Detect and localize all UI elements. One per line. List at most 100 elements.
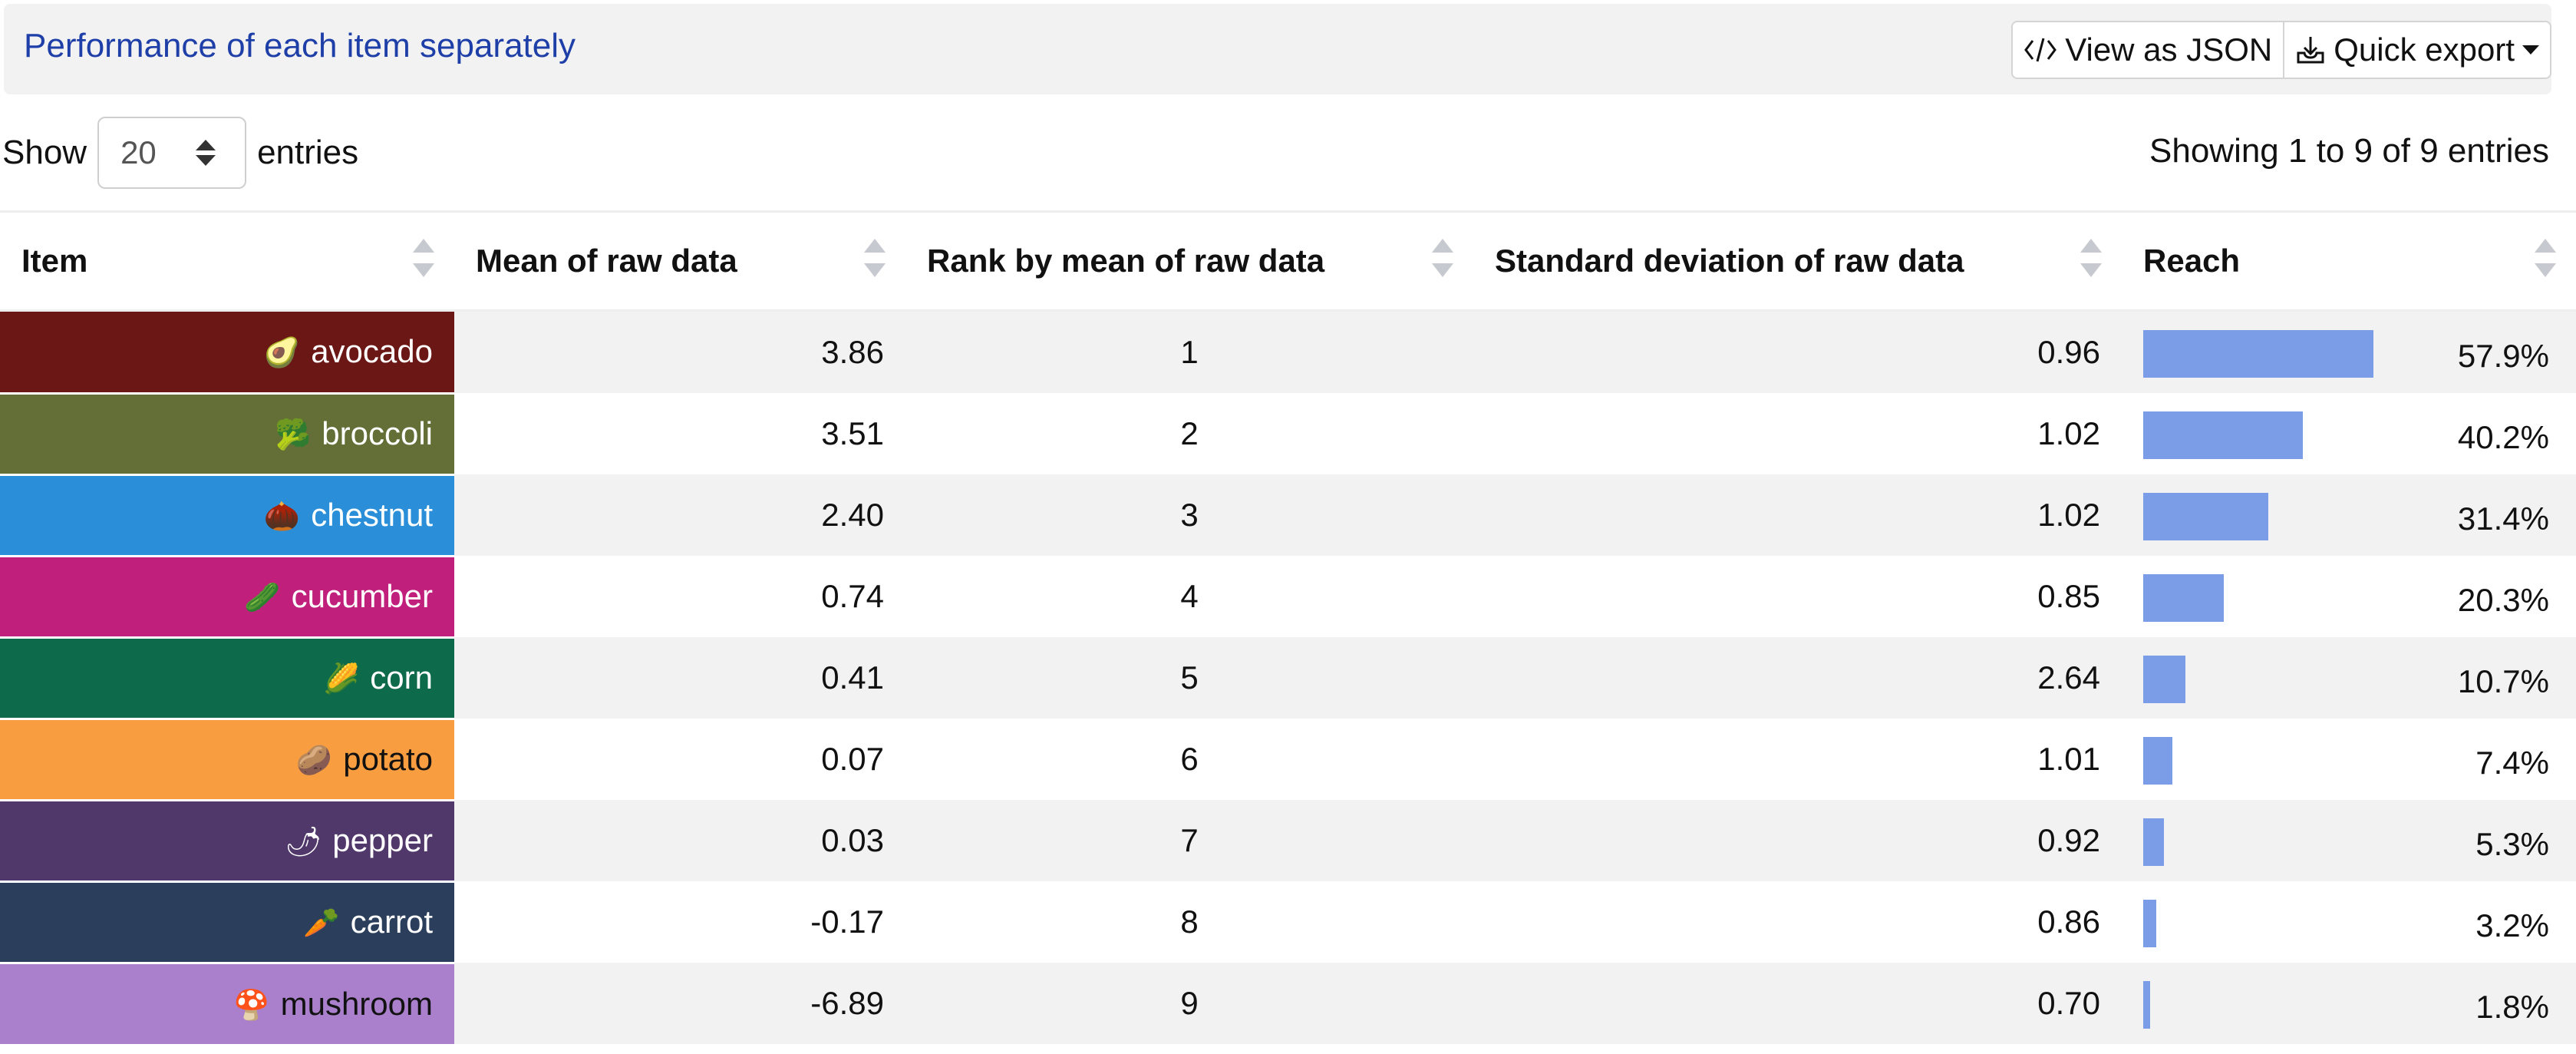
reach-value: 10.7%	[2457, 663, 2549, 699]
item-cell: 🌽 corn	[0, 636, 454, 719]
reach-bar	[2143, 330, 2373, 378]
table-body: 🥑 avocado 3.86 1 0.96 57.9% 🥦 broccoli 3.51 2 1.02…	[0, 309, 2576, 1044]
panel-header: Performance of each item separately View…	[4, 4, 2551, 94]
reach-value: 1.8%	[2475, 989, 2549, 1025]
mean-cell: 2.40	[454, 474, 905, 556]
rank-cell: 4	[905, 556, 1473, 637]
panel-title: Performance of each item separately	[24, 27, 576, 64]
sd-cell: 1.02	[1473, 393, 2122, 474]
chestnut-icon: 🌰	[263, 501, 301, 533]
reach-bar	[2143, 900, 2156, 947]
mean-cell: 0.74	[454, 556, 905, 637]
table-info: Showing 1 to 9 of 9 entries	[2149, 132, 2549, 170]
view-as-json-button[interactable]: View as JSON	[2013, 22, 2284, 78]
sd-cell: 0.70	[1473, 963, 2122, 1044]
reach-cell: 57.9%	[2122, 310, 2576, 393]
item-cell: 🥦 broccoli	[0, 392, 454, 474]
rank-cell: 5	[905, 637, 1473, 719]
mean-cell: -0.17	[454, 881, 905, 963]
potato-icon: 🥔	[295, 745, 333, 777]
sort-icon	[2535, 239, 2556, 277]
reach-bar	[2143, 411, 2303, 459]
mushroom-icon: 🍄	[233, 989, 270, 1022]
table-row: 🥕 carrot -0.17 8 0.86 3.2%	[0, 880, 2576, 963]
reach-bar	[2143, 737, 2172, 785]
entries-per-page-value: 20	[120, 134, 157, 170]
table-row: 🍄 mushroom -6.89 9 0.70 1.8%	[0, 961, 2576, 1044]
column-header-label: Mean of raw data	[476, 243, 737, 279]
reach-cell: 3.2%	[2122, 881, 2576, 963]
reach-cell: 10.7%	[2122, 637, 2576, 719]
rank-cell: 7	[905, 800, 1473, 881]
reach-cell: 1.8%	[2122, 963, 2576, 1044]
mean-cell: 0.41	[454, 637, 905, 719]
column-header-label: Standard deviation of raw data	[1495, 243, 1964, 279]
item-name: potato	[343, 741, 433, 777]
item-cell: 🥕 carrot	[0, 880, 454, 963]
data-table: Item Mean of raw data Rank by mean of ra…	[0, 213, 2576, 1044]
sd-cell: 0.92	[1473, 800, 2122, 881]
entries-label: entries	[257, 134, 359, 171]
column-header-label: Reach	[2143, 243, 2241, 279]
table-row: 🌰 chestnut 2.40 3 1.02 31.4%	[0, 473, 2576, 556]
item-name: carrot	[350, 904, 433, 940]
item-name: cucumber	[291, 578, 433, 614]
entries-per-page-select[interactable]: 20	[97, 117, 247, 189]
item-cell: 🥒 cucumber	[0, 554, 454, 637]
reach-bar	[2143, 574, 2224, 622]
rank-cell: 1	[905, 310, 1473, 393]
corn-icon: 🌽	[322, 663, 360, 696]
broccoli-icon: 🥦	[274, 419, 312, 451]
mean-cell: 3.86	[454, 310, 905, 393]
reach-bar	[2143, 818, 2164, 866]
item-cell: 🥑 avocado	[0, 309, 454, 393]
column-header-label: Item	[21, 243, 88, 279]
rank-cell: 2	[905, 393, 1473, 474]
table-row: 🌶 pepper 0.03 7 0.92 5.3%	[0, 798, 2576, 881]
reach-value: 7.4%	[2475, 745, 2549, 781]
header-button-group: View as JSON Quick export	[2011, 21, 2551, 79]
caret-down-icon	[2522, 45, 2539, 55]
reach-bar	[2143, 656, 2185, 703]
item-name: corn	[370, 659, 433, 696]
item-cell: 🌰 chestnut	[0, 473, 454, 556]
sd-cell: 1.02	[1473, 474, 2122, 556]
mean-cell: 3.51	[454, 393, 905, 474]
sd-cell: 2.64	[1473, 637, 2122, 719]
item-name: chestnut	[311, 497, 433, 533]
mean-cell: 0.07	[454, 719, 905, 800]
reach-cell: 40.2%	[2122, 393, 2576, 474]
reach-value: 40.2%	[2457, 419, 2549, 455]
column-header-sd[interactable]: Standard deviation of raw data	[1473, 213, 2122, 312]
reach-value: 5.3%	[2475, 826, 2549, 862]
reach-cell: 31.4%	[2122, 474, 2576, 556]
mean-cell: 0.03	[454, 800, 905, 881]
item-name: pepper	[332, 822, 433, 858]
column-header-item[interactable]: Item	[0, 213, 454, 312]
reach-bar	[2143, 493, 2268, 540]
show-label: Show	[2, 134, 87, 171]
quick-export-button[interactable]: Quick export	[2283, 22, 2550, 78]
reach-value: 3.2%	[2475, 907, 2549, 943]
item-cell: 🥔 potato	[0, 717, 454, 800]
reach-cell: 20.3%	[2122, 556, 2576, 637]
cucumber-icon: 🥒	[244, 582, 281, 614]
code-icon	[2024, 35, 2057, 65]
column-header-reach[interactable]: Reach	[2122, 213, 2576, 312]
reach-cell: 5.3%	[2122, 800, 2576, 881]
table-row: 🥑 avocado 3.86 1 0.96 57.9%	[0, 309, 2576, 393]
entries-length-control: Show 20 entries	[2, 115, 358, 190]
column-header-mean[interactable]: Mean of raw data	[454, 213, 905, 312]
column-header-rank[interactable]: Rank by mean of raw data	[905, 213, 1473, 312]
avocado-icon: 🥑	[263, 337, 301, 370]
sort-icon	[413, 239, 434, 277]
sort-icon	[864, 239, 886, 277]
table-row: 🥔 potato 0.07 6 1.01 7.4%	[0, 717, 2576, 800]
sd-cell: 0.85	[1473, 556, 2122, 637]
carrot-icon: 🥕	[303, 907, 340, 940]
rank-cell: 3	[905, 474, 1473, 556]
reach-value: 31.4%	[2457, 501, 2549, 537]
download-tray-icon	[2295, 35, 2326, 65]
rank-cell: 9	[905, 963, 1473, 1044]
view-as-json-label: View as JSON	[2065, 31, 2273, 68]
